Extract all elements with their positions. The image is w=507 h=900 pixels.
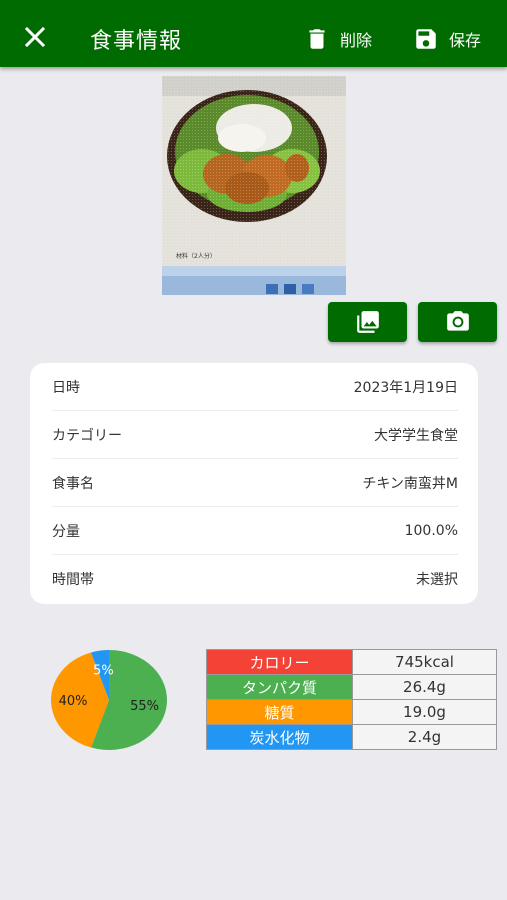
detail-row-category[interactable]: カテゴリー 大学学生食堂 <box>52 411 458 459</box>
app-bar: 食事情報 削除 保存 <box>0 0 507 67</box>
detail-row-date[interactable]: 日時 2023年1月19日 <box>52 363 458 411</box>
detail-row-time-slot[interactable]: 時間帯 未選択 <box>52 555 458 603</box>
trash-icon <box>309 29 325 49</box>
nutrition-value: 19.0g <box>352 699 497 725</box>
nutrition-table: カロリー 745kcal タンパク質 26.4g 糖質 19.0g 炭水化物 2… <box>206 649 497 750</box>
nutrition-name: カロリー <box>206 649 353 675</box>
nutrition-row-calories: カロリー 745kcal <box>206 649 497 675</box>
meal-photo-illustration: 材料（2人分） <box>162 76 346 295</box>
nutrition-value: 26.4g <box>352 674 497 700</box>
detail-value: 2023年1月19日 <box>353 379 458 396</box>
pie-slice-label: 5% <box>93 663 114 678</box>
nutrition-name: タンパク質 <box>206 674 353 700</box>
nutrition-value: 745kcal <box>352 649 497 675</box>
meal-details-card: 日時 2023年1月19日 カテゴリー 大学学生食堂 食事名 チキン南蛮丼M 分… <box>30 363 478 604</box>
nutrition-name: 炭水化物 <box>206 724 353 750</box>
detail-value: チキン南蛮丼M <box>362 475 458 492</box>
detail-row-meal-name[interactable]: 食事名 チキン南蛮丼M <box>52 459 458 507</box>
save-label: 保存 <box>449 31 482 50</box>
meal-photo: 材料（2人分） <box>162 76 346 295</box>
detail-value: 未選択 <box>416 572 458 588</box>
nutrition-row-sugar: 糖質 19.0g <box>206 699 497 725</box>
camera-icon <box>446 311 469 331</box>
gallery-icon <box>356 311 379 333</box>
photo-caption: 材料（2人分） <box>176 252 216 260</box>
close-button[interactable] <box>18 20 52 54</box>
save-button[interactable]: 保存 <box>413 22 481 56</box>
detail-value: 100.0% <box>404 522 458 539</box>
detail-label: 日時 <box>52 379 80 396</box>
detail-label: 時間帯 <box>52 572 94 588</box>
camera-button[interactable] <box>418 302 497 342</box>
detail-value: 大学学生食堂 <box>374 427 458 444</box>
delete-label: 削除 <box>340 31 373 50</box>
nutrition-row-carbs: 炭水化物 2.4g <box>206 724 497 750</box>
nutrition-row-protein: タンパク質 26.4g <box>206 674 497 700</box>
delete-button[interactable]: 削除 <box>304 22 372 56</box>
detail-row-portion[interactable]: 分量 100.0% <box>52 507 458 555</box>
pie-slice-label: 55% <box>130 699 159 714</box>
page-title: 食事情報 <box>90 29 183 54</box>
close-icon <box>24 26 46 48</box>
nutrition-name: 糖質 <box>206 699 353 725</box>
nutrition-value: 2.4g <box>352 724 497 750</box>
floppy-disk-icon <box>416 29 436 49</box>
detail-label: 食事名 <box>52 475 94 492</box>
nutrition-pie-chart: 55% 40% 5% <box>51 650 168 750</box>
gallery-button[interactable] <box>328 302 407 342</box>
detail-label: 分量 <box>52 523 80 540</box>
pie-slice-label: 40% <box>59 694 88 709</box>
detail-label: カテゴリー <box>52 427 122 444</box>
